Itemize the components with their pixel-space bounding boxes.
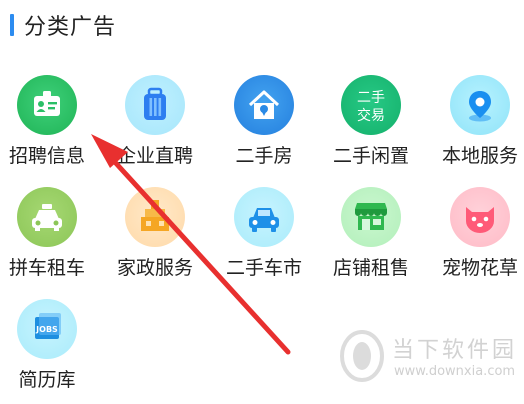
jobs-resume-icon: JOBS — [17, 299, 77, 359]
house-cleaning-icon — [125, 187, 185, 247]
category-local-services[interactable]: 本地服务 — [430, 75, 524, 167]
watermark-title: 当下软件园 — [392, 338, 518, 363]
watermark-logo-icon — [340, 330, 384, 382]
category-pets-plants[interactable]: 宠物花草 — [430, 187, 524, 279]
category-recruitment[interactable]: 招聘信息 — [0, 75, 97, 167]
car-icon — [234, 187, 294, 247]
category-label: 招聘信息 — [8, 145, 85, 167]
category-carpool[interactable]: 拼车租车 — [0, 187, 97, 279]
category-label: 家政服务 — [116, 257, 193, 279]
house-icon — [234, 75, 294, 135]
category-label: 二手车市 — [225, 257, 302, 279]
category-label: 二手房 — [235, 145, 293, 167]
category-label: 二手闲置 — [332, 145, 409, 167]
secondhand-trade-icon: 二手 交易 — [341, 75, 401, 135]
category-label: 简历库 — [18, 369, 76, 391]
pet-icon — [450, 187, 510, 247]
category-used-cars[interactable]: 二手车市 — [214, 187, 314, 279]
category-label: 店铺租售 — [332, 257, 409, 279]
secondhand-badge-line2: 交易 — [357, 107, 385, 124]
category-enterprise-hiring[interactable]: 企业直聘 — [105, 75, 205, 167]
category-housekeeping[interactable]: 家政服务 — [105, 187, 205, 279]
watermark-url: www.downxia.com — [394, 364, 516, 379]
category-secondhand-idle[interactable]: 二手 交易 二手闲置 — [321, 75, 421, 167]
suitcase-icon — [125, 75, 185, 135]
category-resume-bank[interactable]: JOBS 简历库 — [0, 299, 97, 391]
section-header: 分类广告 — [10, 10, 116, 40]
jobs-badge-text: JOBS — [35, 325, 58, 334]
taxi-icon — [17, 187, 77, 247]
location-pin-icon — [450, 75, 510, 135]
section-title: 分类广告 — [24, 15, 117, 40]
section-accent-bar — [10, 14, 14, 36]
id-card-icon — [17, 75, 77, 135]
category-shop-rent-sale[interactable]: 店铺租售 — [321, 187, 421, 279]
secondhand-badge-line1: 二手 — [357, 90, 385, 106]
category-label: 宠物花草 — [441, 257, 518, 279]
watermark: 当下软件园 www.downxia.com — [330, 326, 520, 386]
category-label: 企业直聘 — [116, 145, 193, 167]
category-label: 拼车租车 — [8, 257, 85, 279]
storefront-icon — [341, 187, 401, 247]
category-secondhand-house[interactable]: 二手房 — [214, 75, 314, 167]
category-label: 本地服务 — [441, 145, 518, 167]
